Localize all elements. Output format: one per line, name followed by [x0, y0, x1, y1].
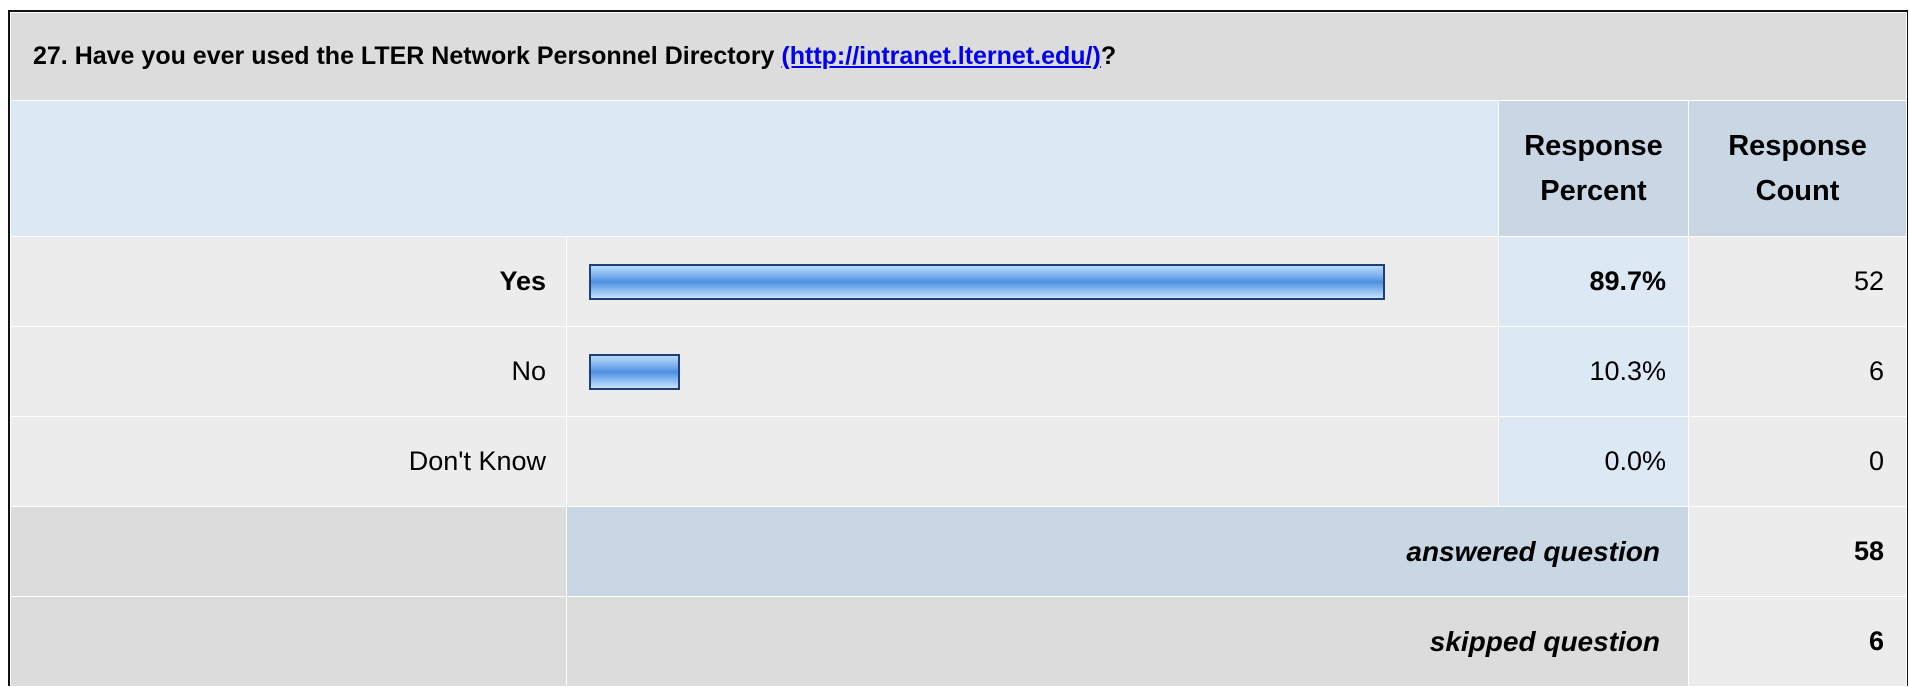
response-percent: 0.0%	[1498, 416, 1689, 507]
percent-header-line-2: Percent	[1540, 174, 1647, 207]
response-percent-header: Response Percent	[1498, 100, 1689, 237]
bar-cell	[566, 326, 1499, 417]
survey-question-panel: 27. Have you ever used the LTER Network …	[8, 10, 1908, 687]
skipped-question-label: skipped question	[566, 596, 1689, 687]
answer-row-no: No 10.3% 6	[10, 326, 1908, 417]
answered-question-count: 58	[1687, 506, 1908, 597]
survey-results-table: 27. Have you ever used the LTER Network …	[9, 12, 1908, 687]
question-title: 27. Have you ever used the LTER Network …	[9, 12, 1908, 101]
bar-cell	[566, 236, 1499, 327]
count-header-line-1: Response	[1728, 129, 1867, 162]
response-count-header: Response Count	[1687, 100, 1908, 237]
response-count: 6	[1687, 326, 1908, 417]
bar-yes	[589, 263, 1385, 300]
answered-row: answered question 58	[10, 506, 1908, 597]
question-mark: ?	[1100, 42, 1117, 70]
skipped-question-count: 6	[1687, 596, 1908, 687]
footer-blank	[10, 596, 567, 687]
response-percent: 10.3%	[1498, 326, 1689, 417]
response-count: 52	[1687, 236, 1908, 327]
answer-row-dont-know: Don't Know 0.0% 0	[10, 416, 1908, 507]
response-count: 0	[1687, 416, 1908, 507]
header-blank	[10, 100, 1499, 237]
answer-label: Yes	[10, 236, 567, 327]
answer-label: No	[10, 326, 567, 417]
answer-row-yes: Yes 89.7% 52	[10, 236, 1908, 327]
answer-label: Don't Know	[10, 416, 567, 507]
bar-cell	[566, 416, 1499, 507]
count-header-line-2: Count	[1755, 174, 1840, 207]
bar-no	[589, 353, 681, 390]
bar-track	[589, 444, 1476, 480]
answered-question-label: answered question	[566, 506, 1689, 597]
bar-track	[589, 263, 1476, 300]
response-percent: 89.7%	[1498, 236, 1689, 327]
percent-header-line-1: Response	[1524, 129, 1663, 162]
question-text: 27. Have you ever used the LTER Network …	[33, 42, 782, 70]
footer-blank	[10, 506, 567, 597]
skipped-row: skipped question 6	[10, 596, 1908, 687]
directory-link[interactable]: (http://intranet.lternet.edu/)	[781, 42, 1100, 70]
bar-track	[589, 353, 1476, 390]
